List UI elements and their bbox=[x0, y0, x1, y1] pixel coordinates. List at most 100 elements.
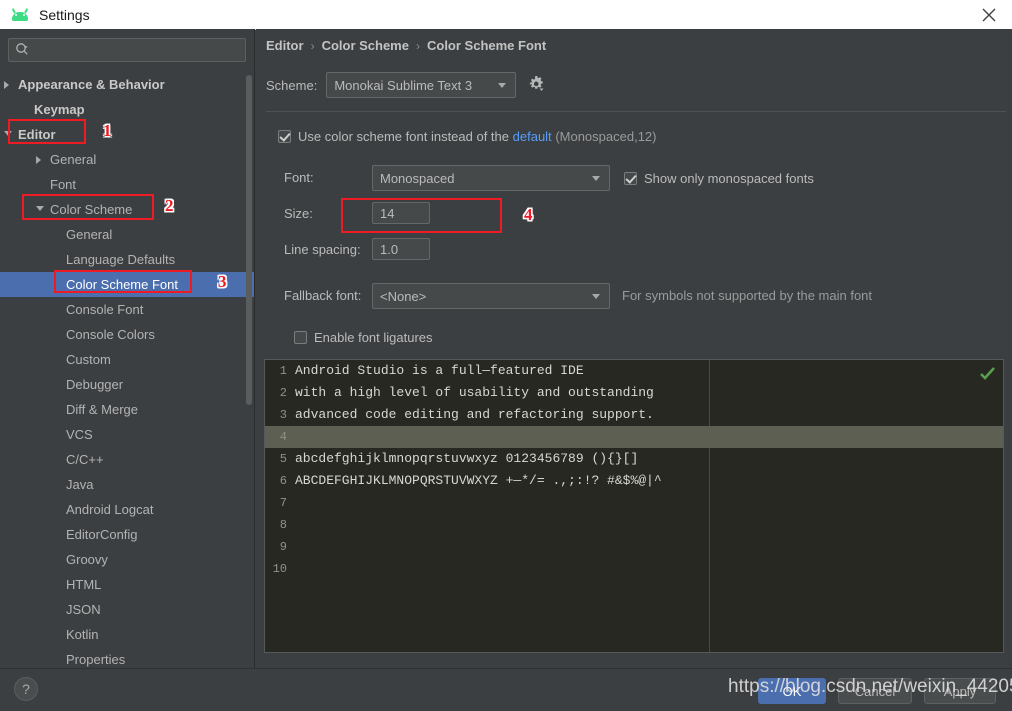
cancel-button[interactable]: Cancel bbox=[838, 678, 912, 704]
sidebar-item-font[interactable]: Font bbox=[0, 172, 255, 197]
font-preview[interactable]: 1 Android Studio is a full—featured IDE 2 w… bbox=[264, 359, 1004, 653]
sidebar-item-label: Custom bbox=[66, 352, 111, 367]
sidebar-item-label: Appearance & Behavior bbox=[18, 77, 165, 92]
breadcrumb: Editor › Color Scheme › Color Scheme Fon… bbox=[266, 38, 546, 53]
sidebar-item-kotlin[interactable]: Kotlin bbox=[0, 622, 255, 647]
ok-button[interactable]: OK bbox=[758, 678, 826, 704]
sidebar-item-android-logcat[interactable]: Android Logcat bbox=[0, 497, 255, 522]
fallback-font-label: Fallback font: bbox=[284, 288, 362, 303]
line-number: 7 bbox=[279, 496, 287, 510]
sidebar-item-java[interactable]: Java bbox=[0, 472, 255, 497]
sidebar-item-debugger[interactable]: Debugger bbox=[0, 372, 255, 397]
enable-font-ligatures-checkbox[interactable] bbox=[294, 331, 307, 344]
breadcrumb-part-2[interactable]: Color Scheme bbox=[322, 38, 409, 53]
use-color-scheme-font-checkbox[interactable] bbox=[278, 130, 291, 143]
preview-line: 6 ABCDEFGHIJKLMNOPQRSTUVWXYZ +—*/= .,;:!?… bbox=[265, 470, 1003, 492]
fallback-font-dropdown[interactable]: <None> bbox=[372, 283, 610, 309]
sidebar-item-general[interactable]: General bbox=[0, 222, 255, 247]
search-input[interactable] bbox=[8, 38, 246, 62]
window-title: Settings bbox=[39, 6, 90, 23]
preview-line: 3 advanced code editing and refactoring s… bbox=[265, 404, 1003, 426]
sidebar-item-label: Keymap bbox=[34, 102, 85, 117]
sidebar-item-html[interactable]: HTML bbox=[0, 572, 255, 597]
line-number: 1 bbox=[279, 364, 287, 378]
chevron-right-icon[interactable] bbox=[4, 81, 9, 89]
font-dropdown-value: Monospaced bbox=[380, 170, 455, 186]
dialog-footer: ? OK Cancel Apply bbox=[0, 668, 1012, 711]
scheme-dropdown-value: Monokai Sublime Text 3 bbox=[334, 77, 473, 93]
close-icon[interactable] bbox=[966, 0, 1012, 29]
use-color-scheme-font-row: Use color scheme font instead of the def… bbox=[278, 129, 656, 144]
sidebar-item-properties[interactable]: Properties bbox=[0, 647, 255, 668]
size-input-value: 14 bbox=[380, 205, 395, 221]
font-dropdown[interactable]: Monospaced bbox=[372, 165, 610, 191]
sidebar-item-label: JSON bbox=[66, 602, 101, 617]
size-label: Size: bbox=[284, 206, 313, 221]
sidebar-item-custom[interactable]: Custom bbox=[0, 347, 255, 372]
breadcrumb-part-3: Color Scheme Font bbox=[426, 38, 547, 53]
sidebar-item-color-scheme-font[interactable]: Color Scheme Font bbox=[0, 272, 255, 297]
preview-line: 7 bbox=[265, 492, 1003, 514]
sidebar-item-editor[interactable]: Editor bbox=[0, 122, 255, 147]
preview-line-text: Android Studio is a full—featured IDE bbox=[295, 363, 584, 378]
preview-line: 10 bbox=[265, 558, 1003, 580]
fallback-font-hint: For symbols not supported by the main fo… bbox=[622, 288, 873, 303]
sidebar-item-label: Java bbox=[66, 477, 94, 492]
line-spacing-input[interactable]: 1.0 bbox=[372, 238, 430, 260]
sidebar-item-color-scheme[interactable]: Color Scheme bbox=[0, 197, 255, 222]
line-spacing-label: Line spacing: bbox=[284, 242, 361, 257]
sidebar-item-editorconfig[interactable]: EditorConfig bbox=[0, 522, 255, 547]
preview-line-text: ABCDEFGHIJKLMNOPQRSTUVWXYZ +—*/= .,;:!? … bbox=[295, 473, 662, 488]
sidebar-item-keymap[interactable]: Keymap bbox=[0, 97, 255, 122]
android-icon bbox=[11, 7, 29, 22]
gear-icon[interactable] bbox=[528, 75, 545, 96]
sidebar-item-label: C/C++ bbox=[66, 452, 104, 467]
line-number: 10 bbox=[272, 562, 287, 576]
line-number: 2 bbox=[279, 386, 287, 400]
chevron-right-icon[interactable] bbox=[36, 156, 41, 164]
line-number: 8 bbox=[279, 518, 287, 532]
sidebar-item-json[interactable]: JSON bbox=[0, 597, 255, 622]
preview-line: 8 bbox=[265, 514, 1003, 536]
sidebar-item-vcs[interactable]: VCS bbox=[0, 422, 255, 447]
sidebar-item-console-font[interactable]: Console Font bbox=[0, 297, 255, 322]
sidebar-item-language-defaults[interactable]: Language Defaults bbox=[0, 247, 255, 272]
content-divider bbox=[266, 111, 1006, 112]
sidebar-item-label: Editor bbox=[18, 127, 56, 142]
size-input[interactable]: 14 bbox=[372, 202, 430, 224]
preview-line: 1 Android Studio is a full—featured IDE bbox=[265, 360, 1003, 382]
sidebar-item-label: Color Scheme bbox=[50, 202, 133, 217]
sidebar-item-label: Font bbox=[50, 177, 77, 192]
fallback-font-value: <None> bbox=[380, 288, 427, 304]
sidebar-item-diff-merge[interactable]: Diff & Merge bbox=[0, 397, 255, 422]
sidebar-scrollbar[interactable] bbox=[246, 75, 252, 405]
settings-sidebar: Appearance & Behavior Keymap Editor General… bbox=[0, 29, 255, 668]
sidebar-item-c-c[interactable]: C/C++ bbox=[0, 447, 255, 472]
sidebar-item-console-colors[interactable]: Console Colors bbox=[0, 322, 255, 347]
sidebar-item-label: General bbox=[50, 152, 97, 167]
line-number: 4 bbox=[279, 430, 287, 444]
sidebar-item-appearance-behavior[interactable]: Appearance & Behavior bbox=[0, 72, 255, 97]
sidebar-item-label: General bbox=[66, 227, 113, 242]
chevron-down-icon[interactable] bbox=[4, 131, 12, 136]
default-font-link[interactable]: default bbox=[513, 129, 552, 144]
scheme-label: Scheme: bbox=[266, 77, 318, 93]
show-monospaced-checkbox[interactable] bbox=[624, 172, 637, 185]
apply-button[interactable]: Apply bbox=[924, 678, 996, 704]
sidebar-item-general[interactable]: General bbox=[0, 147, 255, 172]
line-number: 6 bbox=[279, 474, 287, 488]
sidebar-item-label: HTML bbox=[66, 577, 102, 592]
sidebar-item-label: Color Scheme Font bbox=[66, 277, 178, 292]
sidebar-divider bbox=[254, 29, 255, 668]
green-check-icon bbox=[980, 367, 995, 383]
chevron-down-icon[interactable] bbox=[36, 206, 44, 211]
sidebar-item-label: Console Font bbox=[66, 302, 144, 317]
settings-tree: Appearance & Behavior Keymap Editor General… bbox=[0, 72, 255, 668]
sidebar-item-groovy[interactable]: Groovy bbox=[0, 547, 255, 572]
scheme-dropdown[interactable]: Monokai Sublime Text 3 bbox=[326, 72, 517, 98]
help-button[interactable]: ? bbox=[14, 677, 38, 701]
line-number: 9 bbox=[279, 540, 287, 554]
preview-line: 9 bbox=[265, 536, 1003, 558]
breadcrumb-part-1[interactable]: Editor bbox=[266, 38, 304, 53]
line-spacing-input-value: 1.0 bbox=[380, 241, 399, 257]
